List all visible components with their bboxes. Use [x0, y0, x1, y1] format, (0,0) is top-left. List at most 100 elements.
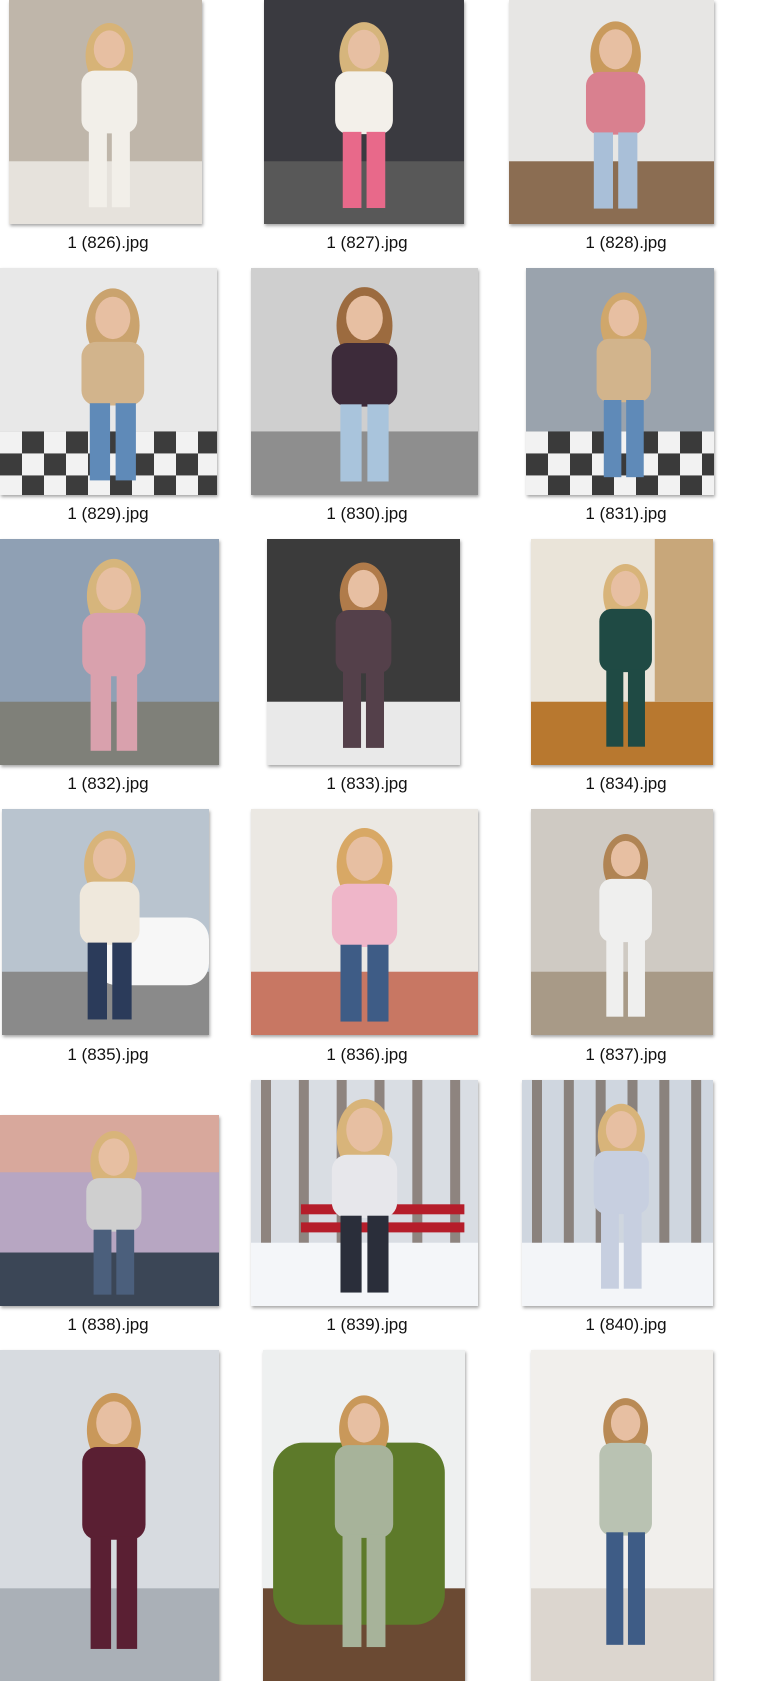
- thumbnail-image: [531, 809, 713, 1035]
- top-garment-shape: [334, 1445, 394, 1538]
- tree-trunk: [691, 1080, 702, 1243]
- file-name-label[interactable]: 1 (832).jpg: [28, 774, 188, 794]
- top-garment-shape: [331, 343, 398, 407]
- file-thumbnail[interactable]: [531, 539, 713, 765]
- face-shape: [610, 1405, 641, 1441]
- file-thumbnail[interactable]: [251, 809, 478, 1035]
- left-leg-shape: [342, 131, 362, 209]
- file-thumbnail[interactable]: [264, 0, 464, 224]
- file-thumbnail[interactable]: [0, 1115, 219, 1306]
- top-garment-shape: [596, 338, 651, 403]
- floor-tile: [702, 475, 714, 495]
- floor-tile: [702, 431, 714, 454]
- floor-tile: [154, 453, 176, 476]
- file-thumbnail[interactable]: [251, 1080, 478, 1306]
- left-leg-shape: [90, 673, 112, 751]
- floor-tile: [658, 431, 680, 454]
- right-leg-shape: [627, 1532, 645, 1645]
- thumbnail-image: [251, 268, 478, 495]
- face-shape: [346, 295, 383, 341]
- right-leg-shape: [618, 132, 638, 209]
- file-thumbnail[interactable]: [9, 0, 202, 224]
- left-leg-shape: [606, 669, 624, 747]
- file-thumbnail[interactable]: [531, 809, 713, 1035]
- face-shape: [96, 1401, 132, 1445]
- file-name-label[interactable]: 1 (827).jpg: [287, 233, 447, 253]
- tree-trunk: [261, 1080, 271, 1243]
- face-shape: [96, 567, 132, 611]
- file-name-label[interactable]: 1 (831).jpg: [546, 504, 706, 524]
- file-thumbnail[interactable]: [526, 268, 714, 495]
- right-leg-shape: [111, 131, 130, 208]
- right-leg-shape: [367, 944, 389, 1022]
- file-name-label[interactable]: 1 (836).jpg: [287, 1045, 447, 1065]
- thumbnail-image: [0, 1115, 219, 1306]
- file-name-label[interactable]: 1 (833).jpg: [287, 774, 447, 794]
- file-thumbnail[interactable]: [509, 0, 714, 224]
- thumbnail-image: [264, 0, 464, 224]
- file-name-label[interactable]: 1 (829).jpg: [28, 504, 188, 524]
- file-thumbnail[interactable]: [0, 539, 219, 765]
- right-leg-shape: [116, 673, 138, 751]
- tree-trunk: [450, 1080, 461, 1243]
- thumbnail-image: [0, 1350, 219, 1681]
- floor-tile: [198, 453, 217, 476]
- file-thumbnail[interactable]: [0, 268, 217, 495]
- scene-floor: [264, 161, 464, 224]
- left-leg-shape: [340, 1215, 362, 1293]
- file-name-label[interactable]: 1 (839).jpg: [287, 1315, 447, 1335]
- floor-tile: [66, 453, 88, 476]
- floor-tile: [0, 475, 22, 495]
- thumbnail-image: [267, 539, 460, 765]
- floor-tile: [526, 475, 548, 495]
- top-garment-shape: [335, 610, 392, 674]
- face-shape: [610, 840, 641, 877]
- floor-tile: [570, 475, 592, 495]
- file-thumbnail[interactable]: [522, 1080, 713, 1306]
- floor-tile: [22, 453, 44, 476]
- file-name-label[interactable]: 1 (838).jpg: [28, 1315, 188, 1335]
- face-shape: [347, 569, 380, 608]
- thumbnail-image: [251, 809, 478, 1035]
- thumbnail-image: [2, 809, 209, 1035]
- face-shape: [95, 296, 131, 340]
- right-leg-shape: [367, 1215, 389, 1293]
- tree-trunk: [659, 1080, 670, 1243]
- thumbnail-image: [526, 268, 714, 495]
- file-thumbnail[interactable]: [251, 268, 478, 495]
- floor-tile: [176, 431, 198, 454]
- bookshelf: [654, 539, 713, 702]
- left-leg-shape: [342, 671, 362, 748]
- thumbnail-image: [522, 1080, 713, 1306]
- face-shape: [92, 838, 127, 879]
- file-thumbnail[interactable]: [267, 539, 460, 765]
- face-shape: [610, 570, 641, 607]
- left-leg-shape: [603, 400, 622, 478]
- top-garment-shape: [335, 71, 393, 135]
- file-name-label[interactable]: 1 (830).jpg: [287, 504, 447, 524]
- right-leg-shape: [626, 400, 644, 478]
- face-shape: [346, 836, 383, 881]
- right-leg-shape: [623, 1211, 642, 1289]
- top-garment-shape: [599, 878, 652, 943]
- file-name-label[interactable]: 1 (840).jpg: [546, 1315, 706, 1335]
- file-name-label[interactable]: 1 (834).jpg: [546, 774, 706, 794]
- tree-trunk: [563, 1080, 574, 1243]
- left-leg-shape: [90, 1536, 112, 1649]
- file-name-label[interactable]: 1 (837).jpg: [546, 1045, 706, 1065]
- floor-tile: [614, 475, 636, 495]
- file-thumbnail[interactable]: [531, 1350, 713, 1681]
- file-thumbnail[interactable]: [2, 809, 209, 1035]
- floor-tile: [526, 431, 548, 454]
- file-thumbnail[interactable]: [0, 1350, 219, 1681]
- file-name-label[interactable]: 1 (835).jpg: [28, 1045, 188, 1065]
- top-garment-shape: [585, 71, 646, 135]
- scene-floor: [267, 701, 460, 765]
- file-thumbnail[interactable]: [263, 1350, 465, 1681]
- scene-floor: [251, 431, 478, 495]
- top-garment-shape: [81, 70, 138, 134]
- file-name-label[interactable]: 1 (828).jpg: [546, 233, 706, 253]
- face-shape: [608, 299, 639, 337]
- left-leg-shape: [601, 1211, 619, 1289]
- file-name-label[interactable]: 1 (826).jpg: [28, 233, 188, 253]
